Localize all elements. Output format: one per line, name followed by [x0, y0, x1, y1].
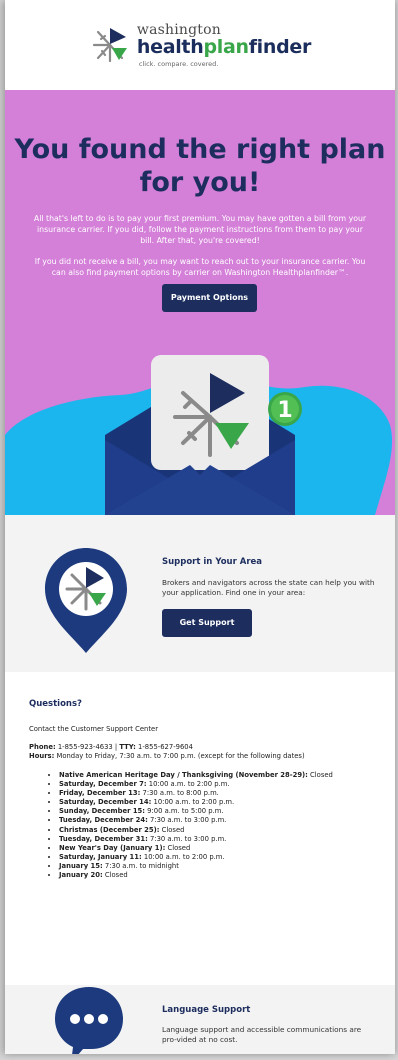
hero-paragraph-2: If you did not receive a bill, you may w…	[34, 257, 366, 277]
list-item: Christmas (December 25): Closed	[59, 826, 371, 835]
logo-mark-icon	[92, 28, 127, 63]
chat-bubble-icon	[55, 987, 123, 1054]
list-item: January 15: 7:30 a.m. to midnight	[59, 862, 371, 871]
questions-section: Questions? Contact the Customer Support …	[5, 672, 395, 985]
language-support-title: Language Support	[162, 1005, 251, 1015]
holiday-hours-list: Native American Heritage Day / Thanksgiv…	[29, 771, 371, 880]
notification-badge-number: 1	[277, 398, 292, 423]
list-item: Tuesday, December 24: 7:30 a.m. to 3:00 …	[59, 816, 371, 825]
hero-title: You found the right plan for you!	[14, 134, 386, 198]
questions-title: Questions?	[29, 699, 82, 709]
logo-washington: washington	[136, 21, 221, 38]
list-item: Saturday, January 11: 10:00 a.m. to 2:00…	[59, 853, 371, 862]
support-section: Support in Your Area Brokers and navigat…	[5, 515, 395, 672]
hero-paragraph-1: All that's left to do is to pay your fir…	[33, 214, 367, 245]
logo-wordmark: healthplanfinder	[136, 35, 312, 58]
logo-tagline: click. compare. covered.	[138, 59, 219, 68]
list-item: Saturday, December 7: 10:00 a.m. to 2:00…	[59, 780, 371, 789]
get-support-button[interactable]: Get Support	[162, 609, 252, 637]
questions-lead: Contact the Customer Support Center	[29, 725, 159, 733]
contact-info: Phone: 1-855-923-4633 | TTY: 1-855-627-9…	[29, 743, 305, 760]
support-title: Support in Your Area	[162, 557, 263, 567]
list-item: Tuesday, December 31: 7:30 a.m. to 3:00 …	[59, 835, 371, 844]
language-support-section: Language Support Language support and ac…	[5, 985, 395, 1054]
payment-options-button[interactable]: Payment Options	[162, 284, 257, 312]
tty-number[interactable]: 1-855-627-9604	[136, 743, 193, 751]
list-item: Saturday, December 14: 10:00 a.m. to 2:0…	[59, 798, 371, 807]
hero-section: You found the right plan for you! All tha…	[5, 90, 395, 515]
list-item: Native American Heritage Day / Thanksgiv…	[59, 771, 371, 780]
email-body: washington healthplanfinder click. compa…	[5, 0, 395, 1054]
email-header: washington healthplanfinder click. compa…	[5, 0, 395, 90]
healthplanfinder-logo[interactable]: washington healthplanfinder click. compa…	[89, 23, 311, 68]
list-item: January 20: Closed	[59, 871, 371, 880]
list-item: New Year's Day (January 1): Closed	[59, 844, 371, 853]
language-support-body: Language support and accessible communic…	[162, 1025, 362, 1044]
email-viewport: washington healthplanfinder click. compa…	[0, 0, 398, 1060]
list-item: Sunday, December 15: 9:00 a.m. to 5:00 p…	[59, 807, 371, 816]
location-pin-icon	[45, 548, 127, 653]
envelope-illustration: 1	[5, 355, 393, 515]
phone-number[interactable]: 1-855-923-4633 |	[56, 743, 120, 751]
list-item: Friday, December 13: 7:30 a.m. to 8:00 p…	[59, 789, 371, 798]
support-body: Brokers and navigators across the state …	[162, 578, 375, 597]
